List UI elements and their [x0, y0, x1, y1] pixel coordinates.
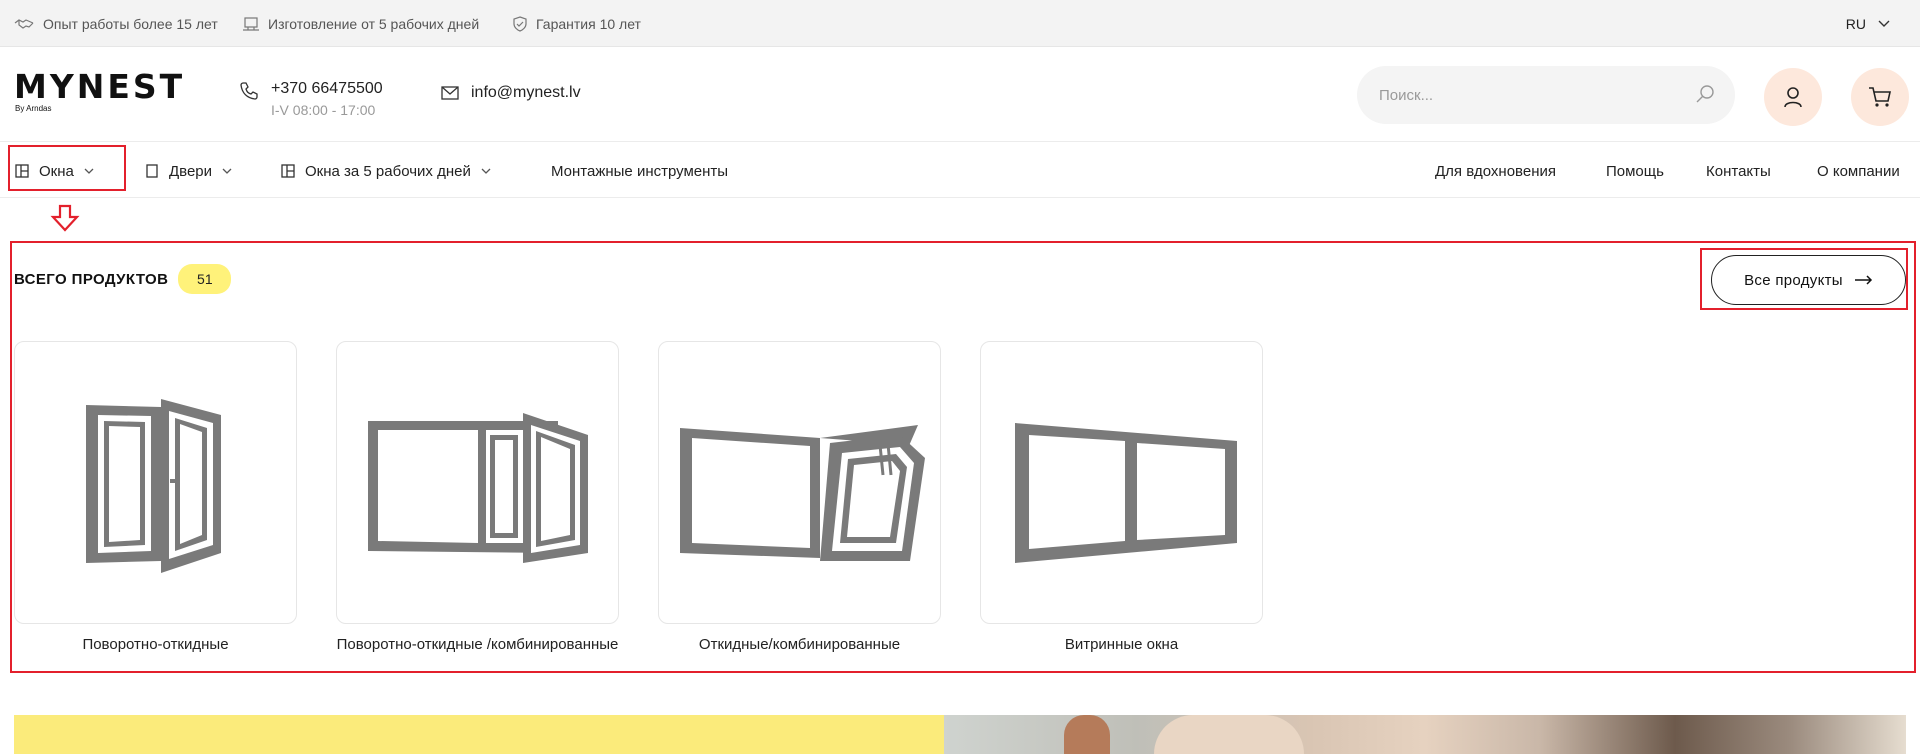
- search-box: [1357, 66, 1735, 124]
- cart-button[interactable]: [1851, 68, 1909, 126]
- warranty-info: Гарантия 10 лет: [513, 0, 641, 47]
- nav-item-windows-5-days[interactable]: Окна за 5 рабочих дней: [281, 150, 491, 192]
- nav-item-label: Монтажные инструменты: [551, 162, 729, 180]
- banner-person: [1154, 715, 1304, 754]
- nav-link-inspiration[interactable]: Для вдохновения: [1435, 150, 1556, 192]
- nav-link-help[interactable]: Помощь: [1606, 150, 1664, 192]
- nav-item-label: Окна за 5 рабочих дней: [305, 162, 471, 180]
- phone-number: +370 66475500: [271, 80, 383, 97]
- mail-icon: [441, 86, 459, 100]
- phone-icon: [240, 82, 258, 100]
- email-contact[interactable]: info@mynest.lv: [441, 84, 581, 102]
- language-label: RU: [1845, 15, 1866, 32]
- all-products-button[interactable]: Все продукты: [1711, 255, 1906, 305]
- nav-top-divider: [0, 141, 1920, 142]
- window-icon: [281, 164, 295, 178]
- logo-wordmark: MYNEST: [14, 67, 186, 106]
- experience-info: Опыт работы более 15 лет: [14, 0, 218, 47]
- promo-banner: [14, 715, 944, 754]
- nav-link-label: О компании: [1817, 162, 1900, 180]
- nav-item-mounting-tools[interactable]: Монтажные инструменты: [551, 150, 728, 192]
- products-total-label: ВСЕГО ПРОДУКТОВ: [14, 270, 169, 288]
- shield-check-icon: [513, 15, 527, 32]
- product-card-tilt-turn[interactable]: [14, 341, 297, 624]
- cart-icon: [1869, 87, 1891, 107]
- nav-item-label: Двери: [169, 162, 213, 180]
- search-icon[interactable]: [1695, 84, 1715, 104]
- working-hours: I-V 08:00 - 17:00: [271, 102, 376, 118]
- chevron-down-icon: [222, 168, 232, 174]
- language-selector[interactable]: RU: [1846, 0, 1890, 47]
- all-products-label: Все продукты: [1744, 271, 1843, 289]
- nav-item-doors[interactable]: Двери: [145, 150, 232, 192]
- highlight-windows-nav: [8, 145, 126, 191]
- top-info-bar: Опыт работы более 15 лет Изготовление от…: [0, 0, 1920, 47]
- product-label[interactable]: Поворотно-откидные: [14, 636, 297, 653]
- user-icon: [1784, 87, 1802, 108]
- nav-link-label: Помощь: [1606, 162, 1664, 180]
- account-button[interactable]: [1764, 68, 1822, 126]
- nav-link-contacts[interactable]: Контакты: [1706, 150, 1771, 192]
- production-text: Изготовление от 5 рабочих дней: [268, 15, 480, 32]
- nav-link-label: Контакты: [1706, 162, 1771, 180]
- production-info: Изготовление от 5 рабочих дней: [243, 0, 479, 47]
- handshake-icon: [14, 18, 34, 29]
- machine-icon: [243, 16, 259, 31]
- product-card-tilt-turn-combined[interactable]: [336, 341, 619, 624]
- product-card-tilt-combined[interactable]: [658, 341, 941, 624]
- nav-bottom-divider: [0, 197, 1920, 198]
- product-label[interactable]: Витринные окна: [980, 636, 1263, 653]
- email-address: info@mynest.lv: [471, 84, 581, 101]
- arrow-right-icon: [1854, 275, 1872, 285]
- tilt-turn-window-icon: [85, 398, 221, 573]
- product-label[interactable]: Поворотно-откидные /комбинированные: [316, 636, 639, 653]
- nav-link-about[interactable]: О компании: [1817, 150, 1900, 192]
- search-input[interactable]: [1379, 66, 1679, 124]
- chevron-down-icon: [1878, 20, 1890, 27]
- products-count-badge: 51: [178, 264, 232, 294]
- product-card-shop-window[interactable]: [980, 341, 1263, 624]
- shop-window-icon: [1014, 422, 1237, 563]
- tilt-combined-window-icon: [679, 424, 925, 561]
- nav-link-label: Для вдохновения: [1435, 162, 1556, 180]
- combined-window-icon: [367, 412, 588, 563]
- products-total: ВСЕГО ПРОДУКТОВ 51: [14, 264, 232, 294]
- warranty-text: Гарантия 10 лет: [536, 15, 641, 32]
- arrow-down-icon: [50, 204, 80, 232]
- product-label[interactable]: Откидные/комбинированные: [658, 636, 941, 653]
- banner-person: [1064, 715, 1110, 754]
- chevron-down-icon: [481, 168, 491, 174]
- experience-text: Опыт работы более 15 лет: [43, 15, 218, 32]
- site-logo[interactable]: MYNEST By Arndas: [14, 67, 186, 114]
- promo-banner-photo: [944, 715, 1906, 754]
- door-icon: [146, 164, 158, 178]
